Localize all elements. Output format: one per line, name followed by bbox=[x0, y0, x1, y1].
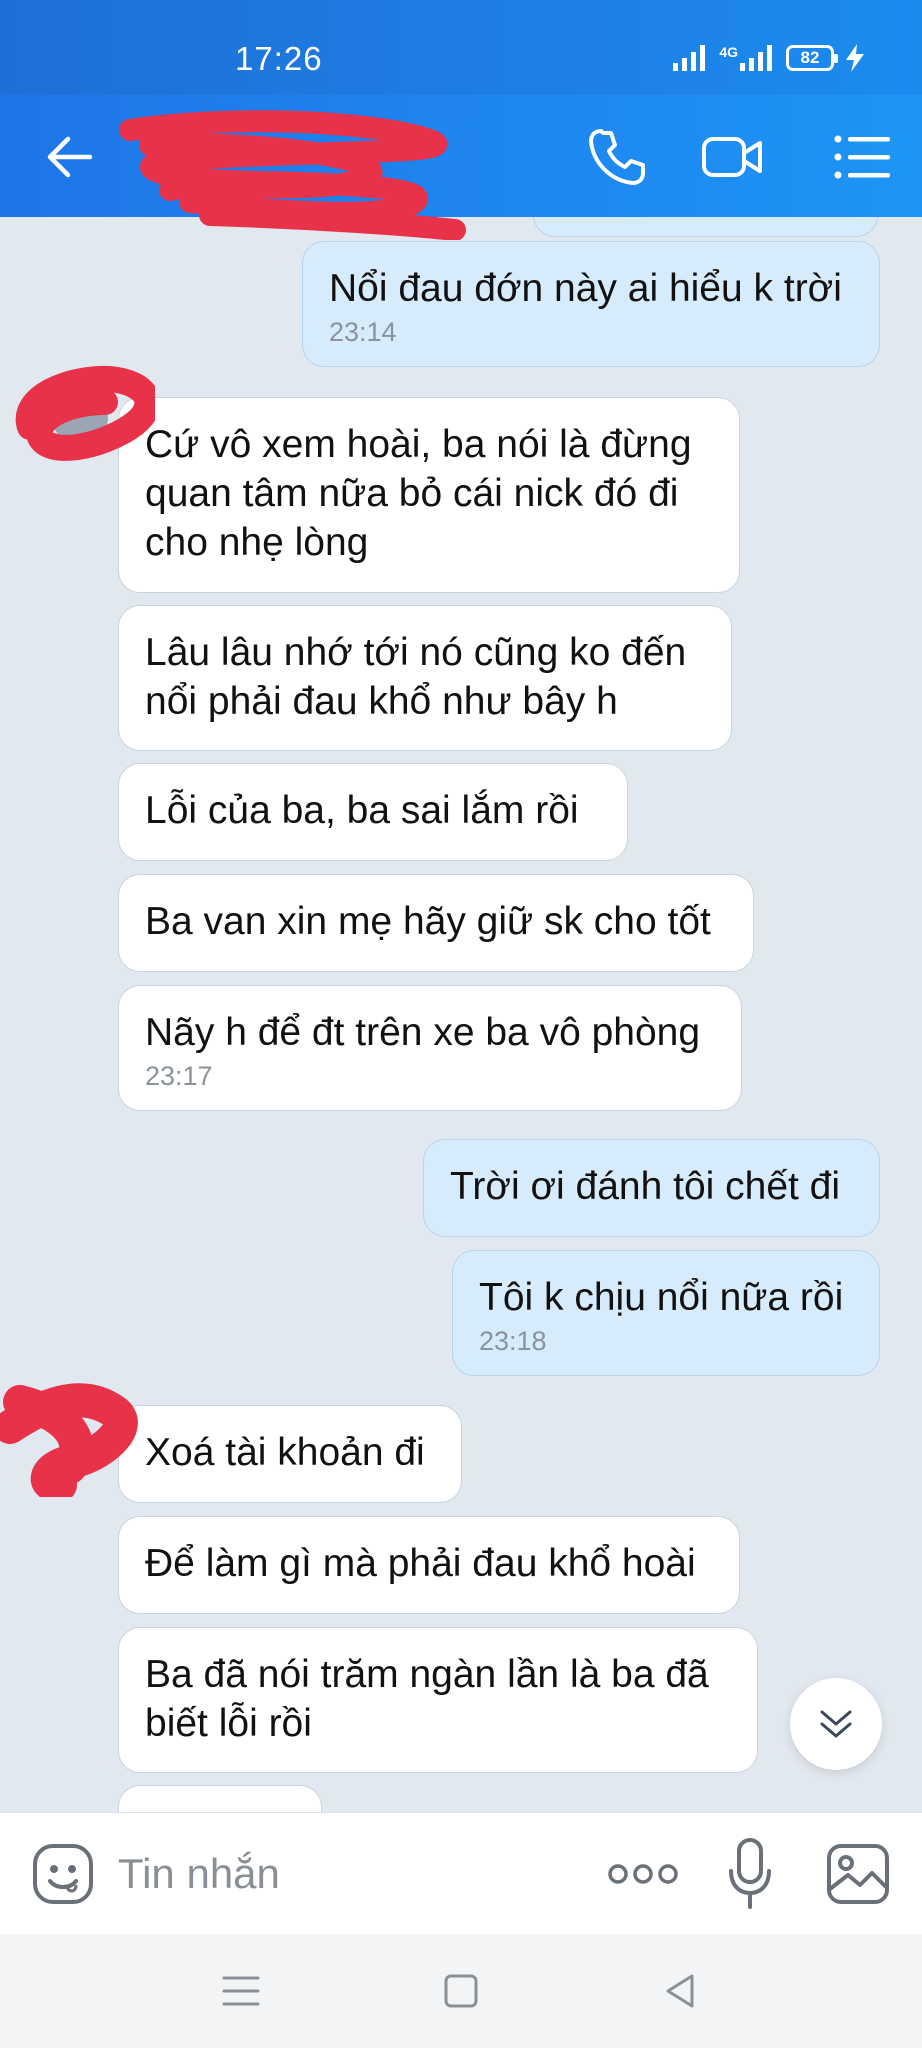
more-dots-icon bbox=[608, 1864, 678, 1884]
message-text: Cứ vô xem hoài, ba nói là đừng quan tâm … bbox=[145, 423, 692, 564]
battery-icon: 82 bbox=[786, 45, 838, 71]
message-bubble[interactable]: Để làm gì mà phải đau khổ hoài bbox=[118, 1516, 740, 1614]
status-time: 17:26 bbox=[235, 40, 323, 77]
message-bubble[interactable]: Cứ vô xem hoài, ba nói là đừng quan tâm … bbox=[118, 397, 740, 593]
list-menu-icon bbox=[834, 135, 890, 179]
message-time: 23:14 bbox=[329, 317, 397, 347]
chat-messages[interactable]: Nổi đau đớn này ai hiểu k trời 23:14 Cứ … bbox=[0, 217, 922, 1812]
signal-icon-2 bbox=[740, 45, 772, 71]
message-text: Nãy h để đt trên xe ba vô phòng bbox=[145, 1011, 701, 1054]
charging-icon bbox=[846, 44, 864, 72]
message-text: Lỗi của ba, ba sai lắm rồi bbox=[145, 789, 579, 832]
message-text: Để làm gì mà phải đau khổ hoài bbox=[145, 1542, 696, 1585]
emoji-button[interactable] bbox=[30, 1841, 96, 1907]
nav-back-button[interactable] bbox=[658, 1968, 704, 2014]
video-call-button[interactable] bbox=[700, 125, 764, 189]
signal-icon bbox=[673, 45, 706, 71]
options-menu-button[interactable] bbox=[830, 125, 894, 189]
more-options-button[interactable] bbox=[607, 1857, 679, 1891]
network-type: 4G bbox=[719, 45, 774, 71]
back-arrow-icon bbox=[47, 136, 93, 178]
voice-message-button[interactable] bbox=[727, 1837, 773, 1911]
back-button[interactable] bbox=[40, 127, 100, 187]
message-time: 23:17 bbox=[145, 1061, 213, 1091]
message-bubble[interactable]: Ba đã nói trăm ngàn lần là ba đã biết lỗ… bbox=[118, 1627, 758, 1773]
message-text: Ba van xin mẹ hãy giữ sk cho tốt bbox=[145, 900, 711, 943]
microphone-icon bbox=[729, 1838, 771, 1909]
send-image-button[interactable] bbox=[826, 1843, 890, 1905]
message-bubble[interactable]: Nổi đau đớn này ai hiểu k trời 23:14 bbox=[302, 241, 880, 367]
message-bubble-partial[interactable] bbox=[118, 1785, 322, 1812]
message-text: Tôi k chịu nổi nữa rồi bbox=[479, 1276, 844, 1319]
message-time: 23:18 bbox=[479, 1326, 547, 1356]
message-text: Trời ơi đánh tôi chết đi bbox=[450, 1165, 841, 1208]
triangle-back-icon bbox=[666, 1974, 694, 2008]
message-bubble[interactable]: Ba van xin mẹ hãy giữ sk cho tốt bbox=[118, 874, 754, 972]
contact-name-redaction bbox=[119, 110, 466, 240]
message-text: Xoá tài khoản đi bbox=[145, 1431, 425, 1474]
status-icons: 4G 82 bbox=[673, 44, 864, 72]
message-input[interactable] bbox=[118, 1843, 538, 1905]
message-bubble[interactable]: Lỗi của ba, ba sai lắm rồi bbox=[118, 763, 628, 861]
system-nav-bar bbox=[0, 1934, 922, 2048]
message-bubble[interactable]: Tôi k chịu nổi nữa rồi 23:18 bbox=[452, 1250, 880, 1376]
hamburger-icon bbox=[222, 1976, 260, 2006]
message-text: Lâu lâu nhớ tới nó cũng ko đến nổi phải … bbox=[145, 631, 687, 723]
message-composer bbox=[0, 1812, 922, 1934]
message-bubble[interactable]: Nãy h để đt trên xe ba vô phòng 23:17 bbox=[118, 985, 742, 1111]
image-icon bbox=[827, 1844, 889, 1904]
phone-icon bbox=[589, 129, 645, 185]
square-home-icon bbox=[444, 1974, 478, 2008]
network-label: 4G bbox=[719, 44, 738, 60]
message-text: Ba đã nói trăm ngàn lần là ba đã biết lỗ… bbox=[145, 1653, 709, 1745]
message-bubble[interactable]: Lâu lâu nhớ tới nó cũng ko đến nổi phải … bbox=[118, 605, 732, 751]
message-bubble[interactable]: Trời ơi đánh tôi chết đi bbox=[423, 1139, 880, 1237]
message-text: Nổi đau đớn này ai hiểu k trời bbox=[329, 267, 842, 310]
message-bubble[interactable]: Xoá tài khoản đi bbox=[118, 1405, 462, 1503]
double-chevron-down-icon bbox=[820, 1710, 852, 1738]
emoji-icon bbox=[33, 1844, 93, 1904]
status-bar: 17:26 4G 82 bbox=[0, 0, 922, 95]
nav-home-button[interactable] bbox=[438, 1968, 484, 2014]
message-bubble-partial[interactable] bbox=[533, 217, 878, 237]
video-camera-icon bbox=[702, 137, 762, 177]
nav-recents-button[interactable] bbox=[218, 1968, 264, 2014]
call-button[interactable] bbox=[585, 125, 649, 189]
avatar-redaction bbox=[15, 365, 155, 461]
avatar-redaction bbox=[0, 1383, 138, 1497]
scroll-to-bottom-button[interactable] bbox=[790, 1678, 882, 1770]
